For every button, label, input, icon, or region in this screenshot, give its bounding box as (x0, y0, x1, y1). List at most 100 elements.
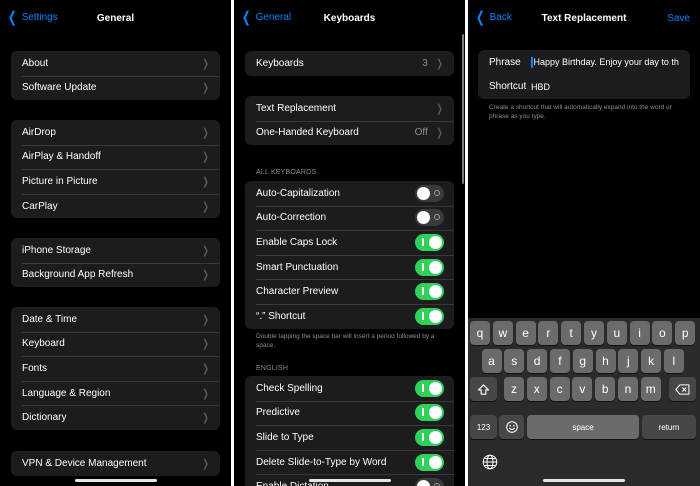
phrase-value: Happy Birthday. Enjoy your day to th (533, 56, 679, 67)
settings-item-iphone-storage[interactable]: iPhone Storage ❯ (11, 238, 220, 263)
settings-item-dictionary[interactable]: Dictionary ❯ (11, 405, 220, 430)
key-i[interactable]: i (629, 321, 650, 345)
key-y[interactable]: y (584, 321, 604, 345)
one-handed-keyboard-row[interactable]: One-Handed Keyboard Off ❯ (245, 120, 454, 146)
key-a[interactable]: a (481, 349, 502, 373)
text-replacement-panel: ❮ Back Text Replacement Save Phrase Happ… (468, 0, 700, 486)
settings-group: iPhone Storage ❯ Background App Refresh ❯ (11, 238, 220, 288)
all-keyboards-group: Auto-Capitalization Auto-Correction Enable… (245, 181, 454, 329)
key-x[interactable]: x (526, 377, 547, 401)
key-s[interactable]: s (504, 349, 525, 373)
settings-item-date-time[interactable]: Date & Time ❯ (11, 307, 220, 332)
row-label: Slide to Type (256, 431, 314, 443)
key-r[interactable]: r (538, 321, 559, 345)
keyboards-settings-panel: ❮ General Keyboards Keyboards 3 ❯ Text R… (234, 0, 465, 486)
text-cursor (531, 56, 533, 68)
toggle-switch[interactable] (415, 184, 444, 202)
toggle-switch[interactable] (415, 307, 444, 325)
chevron-right-icon: ❯ (202, 412, 209, 425)
toggle-switch[interactable] (415, 379, 444, 397)
setting-row-auto-capitalization: Auto-Capitalization (245, 181, 454, 206)
chevron-right-icon: ❯ (202, 57, 209, 70)
settings-item-airdrop[interactable]: AirDrop ❯ (11, 120, 220, 145)
settings-item-keyboard[interactable]: Keyboard ❯ (11, 331, 220, 357)
key-u[interactable]: u (606, 321, 627, 345)
toggle-switch[interactable] (415, 283, 444, 301)
key-j[interactable]: j (618, 349, 639, 373)
key-l[interactable]: l (663, 349, 684, 373)
save-button[interactable]: Save (667, 13, 690, 24)
row-label: Character Preview (256, 286, 339, 298)
key-e[interactable]: e (515, 321, 536, 345)
text-replacement-row[interactable]: Text Replacement ❯ (245, 96, 454, 121)
delete-key[interactable] (669, 377, 696, 401)
settings-item-background-app-refresh[interactable]: Background App Refresh ❯ (11, 262, 220, 288)
chevron-right-icon: ❯ (202, 244, 209, 257)
row-label: Software Update (22, 82, 97, 94)
emoji-key[interactable] (499, 415, 524, 439)
numbers-key[interactable]: 123 (470, 415, 497, 439)
key-b[interactable]: b (595, 377, 616, 401)
toggle-switch[interactable] (415, 233, 444, 251)
shortcut-row[interactable]: Shortcut HBD (478, 75, 690, 100)
replacement-form: Phrase Happy Birthday. Enjoy your day to… (478, 50, 690, 99)
settings-item-carplay[interactable]: CarPlay ❯ (11, 193, 220, 219)
key-p[interactable]: p (675, 321, 696, 345)
shift-key[interactable] (470, 377, 497, 401)
chevron-right-icon: ❯ (202, 387, 209, 400)
home-indicator (74, 479, 157, 482)
settings-item-language-region[interactable]: Language & Region ❯ (11, 380, 220, 406)
key-w[interactable]: w (492, 321, 513, 345)
settings-item-fonts[interactable]: Fonts ❯ (11, 356, 220, 381)
globe-icon[interactable] (482, 454, 498, 475)
row-label: CarPlay (22, 200, 58, 212)
chevron-right-icon: ❯ (202, 175, 209, 188)
chevron-right-icon: ❯ (436, 102, 443, 115)
phrase-field[interactable]: Happy Birthday. Enjoy your day to th (531, 57, 690, 68)
settings-item-airplay-handoff[interactable]: AirPlay & Handoff ❯ (11, 144, 220, 170)
key-v[interactable]: v (572, 377, 593, 401)
toggle-switch[interactable] (415, 258, 444, 276)
row-label: Background App Refresh (22, 269, 134, 281)
row-label: Enable Caps Lock (256, 236, 338, 248)
toggle-switch[interactable] (415, 478, 444, 486)
row-label: AirDrop (22, 126, 56, 138)
key-c[interactable]: c (549, 377, 570, 401)
key-h[interactable]: h (595, 349, 616, 373)
key-o[interactable]: o (652, 321, 673, 345)
keyboards-row[interactable]: Keyboards 3 ❯ (245, 51, 454, 76)
scrollbar[interactable] (462, 34, 464, 184)
toggle-switch[interactable] (415, 453, 444, 471)
toggle-switch[interactable] (415, 209, 444, 227)
key-t[interactable]: t (561, 321, 582, 345)
row-label: Date & Time (22, 313, 78, 325)
row-label: Predictive (256, 407, 300, 419)
replacement-group: Text Replacement ❯ One-Handed Keyboard O… (245, 96, 454, 146)
key-m[interactable]: m (640, 377, 661, 401)
row-label: Delete Slide-to-Type by Word (256, 456, 387, 468)
setting-row-check-spelling: Check Spelling (245, 376, 454, 401)
chevron-right-icon: ❯ (202, 151, 209, 164)
chevron-right-icon: ❯ (202, 338, 209, 351)
settings-item-software-update[interactable]: Software Update ❯ (11, 75, 220, 101)
toggle-switch[interactable] (415, 404, 444, 422)
settings-item-about[interactable]: About ❯ (11, 51, 220, 76)
key-d[interactable]: d (527, 349, 548, 373)
return-key[interactable]: return (642, 415, 696, 439)
key-f[interactable]: f (549, 349, 570, 373)
settings-item-vpn-device-management[interactable]: VPN & Device Management ❯ (11, 451, 220, 476)
delete-icon (675, 383, 690, 395)
key-q[interactable]: q (470, 321, 490, 345)
shortcut-field[interactable]: HBD (531, 82, 690, 92)
toggle-switch[interactable] (415, 428, 444, 446)
key-g[interactable]: g (572, 349, 593, 373)
phrase-row[interactable]: Phrase Happy Birthday. Enjoy your day to… (478, 50, 690, 75)
key-z[interactable]: z (504, 377, 524, 401)
chevron-right-icon: ❯ (202, 269, 209, 282)
space-key[interactable]: space (527, 415, 639, 439)
key-n[interactable]: n (618, 377, 638, 401)
settings-item-picture-in-picture[interactable]: Picture in Picture ❯ (11, 169, 220, 194)
shortcut-label: Shortcut (489, 81, 527, 93)
setting-row-character-preview: Character Preview (245, 279, 454, 304)
key-k[interactable]: k (641, 349, 662, 373)
